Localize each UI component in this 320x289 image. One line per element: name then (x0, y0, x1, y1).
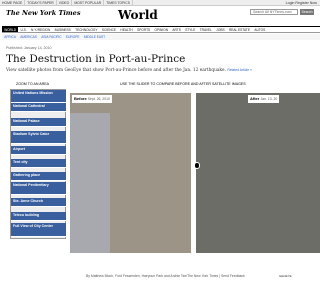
nyt-logo[interactable]: The New York Times (6, 9, 80, 18)
nav-times-topics[interactable]: TIMES TOPICS (104, 0, 134, 5)
zoom-item-ste-anne-church[interactable]: Ste. Anne Church (11, 198, 66, 207)
tab-nyregion[interactable]: N.Y./REGION (29, 27, 53, 32)
before-camp-area (70, 113, 110, 253)
tab-health[interactable]: HEALTH (118, 27, 135, 32)
zoom-item-national-palace[interactable]: National Palace (11, 118, 66, 127)
before-label: Before Sept. 26, 2010 (72, 95, 112, 103)
satellite-image-viewer[interactable]: Before Sept. 26, 2010 After Jan. 13, 20 (70, 93, 320, 253)
tab-travel[interactable]: TRAVEL (198, 27, 215, 32)
tab-sports[interactable]: SPORTS (135, 27, 152, 32)
nav-todays-paper[interactable]: TODAY'S PAPER (25, 0, 57, 5)
nav-video[interactable]: VIDEO (57, 0, 73, 5)
after-date: Jan. 13, 20 (260, 97, 278, 101)
sub-navigation: AFRICA AMERICAS ASIA PACIFIC EUROPE MIDD… (2, 34, 320, 40)
tab-business[interactable]: BUSINESS (52, 27, 73, 32)
tab-jobs[interactable]: JOBS (214, 27, 227, 32)
tab-science[interactable]: SCIENCE (100, 27, 119, 32)
tab-autos[interactable]: AUTOS (252, 27, 267, 32)
zoom-item-stadium[interactable]: Stadium Sylvio Cator (11, 131, 66, 144)
nav-most-popular[interactable]: MOST POPULAR (72, 0, 105, 5)
slider-handle-icon[interactable] (194, 162, 200, 169)
zoom-item-un-mission[interactable]: United Nations Mission (11, 90, 66, 103)
zoom-item-tent-city[interactable]: Tent city (11, 159, 66, 168)
zoom-item-gathering-place[interactable]: Gathering place (11, 172, 66, 181)
zoom-item-airport[interactable]: Airport (11, 146, 66, 155)
subnav-europe[interactable]: EUROPE (64, 34, 82, 40)
after-label-text: After (250, 96, 260, 101)
zoom-item-full-view[interactable]: Full View of City Center (11, 223, 66, 237)
subnav-africa[interactable]: AFRICA (2, 34, 18, 40)
search-input[interactable]: Search All NYTimes.com (250, 9, 298, 15)
subnav-americas[interactable]: AMERICAS (18, 34, 39, 40)
after-label: After Jan. 13, 20 (248, 95, 280, 103)
zoom-label: ZOOM TO AN AREA (16, 82, 50, 86)
after-image (196, 93, 320, 253)
article-summary: View satellite photos from GeoEye that s… (6, 67, 320, 73)
summary-text: View satellite photos from GeoEye that s… (6, 68, 226, 73)
before-label-text: Before (74, 96, 87, 101)
subnav-middle-east[interactable]: MIDDLE EAST (82, 34, 108, 40)
tab-opinion[interactable]: OPINION (152, 27, 170, 32)
published-date: Published: January 14, 2010 (6, 46, 52, 50)
tab-us[interactable]: U.S. (18, 27, 29, 32)
page-title: The Destruction in Port-au-Prince (6, 53, 186, 65)
zoom-area-list: United Nations Mission National Cathedra… (10, 89, 66, 239)
search-button[interactable]: Search (300, 9, 314, 15)
zoom-item-national-cathedral[interactable]: National Cathedral (11, 103, 66, 112)
tab-style[interactable]: STYLE (183, 27, 197, 32)
zoom-item-teleco[interactable]: Teleco building (11, 212, 66, 221)
main-navigation: WORLD U.S. N.Y./REGION BUSINESS TECHNOLO… (2, 26, 320, 33)
tab-arts[interactable]: ARTS (170, 27, 183, 32)
section-title: World (118, 8, 158, 22)
login-link[interactable]: Login Register Now (279, 1, 317, 6)
geoeye-logo: GEOEYE (279, 274, 292, 278)
tab-technology[interactable]: TECHNOLOGY (73, 27, 100, 32)
before-image (70, 93, 191, 253)
nav-home-page[interactable]: HOME PAGE (0, 0, 26, 5)
subnav-asia-pacific[interactable]: ASIA PACIFIC (39, 34, 64, 40)
slider-instructions: USE THE SLIDER TO COMPARE BEFORE AND AFT… (120, 82, 246, 86)
tab-world[interactable]: WORLD (2, 27, 19, 32)
credit-line: By Matthew Bloch, Ford Fessenden, Haeyou… (86, 274, 245, 278)
related-article-link[interactable]: Related Article » (227, 68, 252, 72)
before-date: Sept. 26, 2010 (87, 97, 110, 101)
top-navigation: HOME PAGE TODAY'S PAPER VIDEO MOST POPUL… (0, 0, 320, 6)
tab-real-estate[interactable]: REAL ESTATE (227, 27, 252, 32)
zoom-item-penitentiary[interactable]: National Penitentiary (11, 182, 66, 195)
